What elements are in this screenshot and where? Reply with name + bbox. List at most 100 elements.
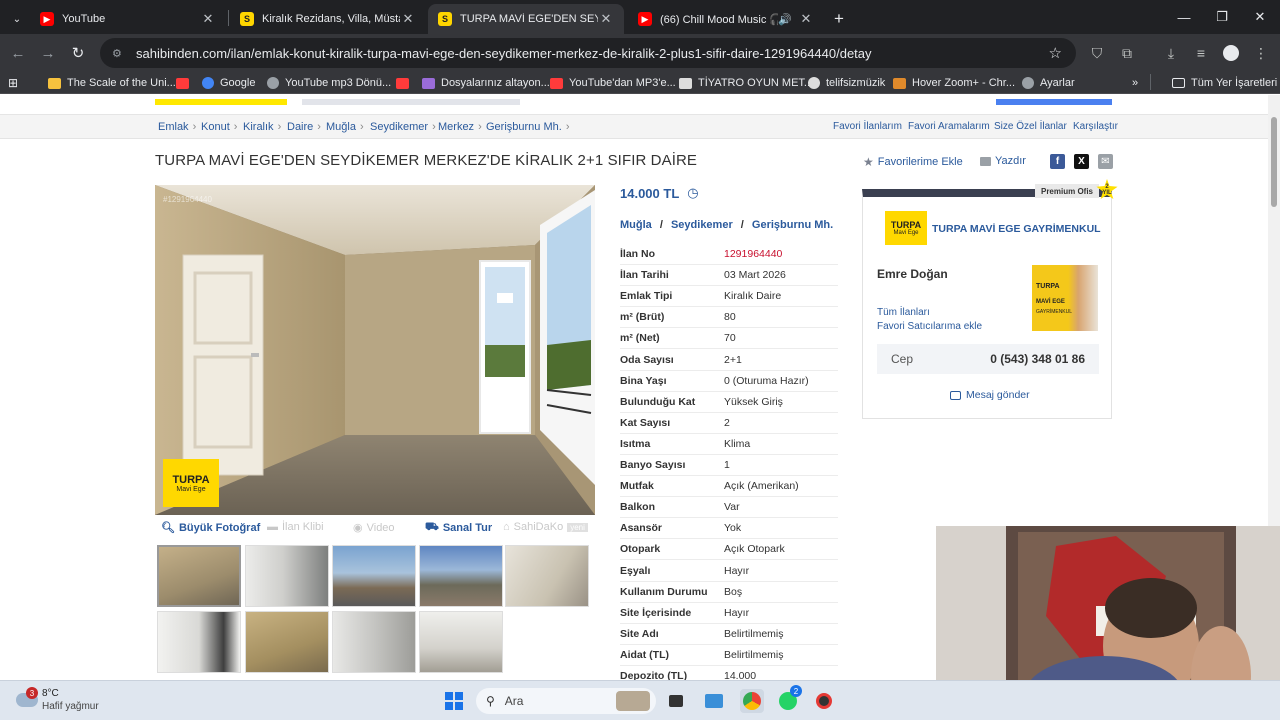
virtual-tour-tab[interactable]: ⛟ Sanal Tur xyxy=(425,521,492,535)
thumbnail-1[interactable] xyxy=(157,545,241,607)
extensions-icon[interactable]: ⧉ xyxy=(1116,43,1138,63)
thumbnail-3[interactable] xyxy=(332,545,416,607)
print-button[interactable]: Yazdır xyxy=(980,155,1026,167)
close-tab-icon[interactable]: ✕ xyxy=(598,11,614,27)
speaker-icon[interactable]: 🔊 xyxy=(778,13,792,26)
store-app-icon[interactable] xyxy=(702,689,726,713)
thumbnail-5[interactable] xyxy=(505,545,589,607)
close-tab-icon[interactable]: ✕ xyxy=(400,11,416,27)
site-info-icon[interactable]: ⚙ xyxy=(112,47,126,60)
breadcrumb-item[interactable]: Seydikemer › xyxy=(370,121,436,133)
bookmark-youtube-mp3e[interactable]: YouTube'dan MP3'e... xyxy=(550,74,676,92)
thumbnail-7[interactable] xyxy=(245,611,329,673)
bookmark-dosyalariniz[interactable]: Dosyalarınız altayon... xyxy=(422,74,550,92)
email-icon[interactable]: ✉ xyxy=(1098,154,1113,169)
bookmark-ayarlar[interactable]: Ayarlar xyxy=(1022,74,1075,92)
facebook-icon[interactable]: f xyxy=(1050,154,1065,169)
send-message-button[interactable]: Mesaj gönder xyxy=(950,389,1030,401)
detail-value: Belirtilmemiş xyxy=(724,649,784,661)
all-listings-link[interactable]: Tüm İlanları xyxy=(877,307,930,318)
bookmark-tiyatro[interactable]: TİYATRO OYUN MET... xyxy=(679,74,813,92)
header-search-bar[interactable] xyxy=(302,99,520,105)
taskbar-search-box[interactable]: ⚲ Ara xyxy=(476,688,656,714)
home-icon: ⌂ xyxy=(503,521,510,533)
location-neighborhood[interactable]: Gerişburnu Mh. xyxy=(752,219,833,231)
location-city[interactable]: Muğla xyxy=(620,219,652,231)
x-twitter-icon[interactable]: X xyxy=(1074,154,1089,169)
file-explorer-icon[interactable] xyxy=(664,689,688,713)
close-tab-icon[interactable]: ✕ xyxy=(798,11,814,27)
back-button[interactable]: ← xyxy=(6,41,30,65)
detail-row: m² (Net) 70 xyxy=(620,328,838,349)
breadcrumb-item[interactable]: Muğla › xyxy=(326,121,364,133)
tab-chill-music[interactable]: ▶ (66) Chill Mood Music 🎧 – 🔊 ✕ xyxy=(628,4,824,34)
thumbnail-9[interactable] xyxy=(419,611,503,673)
location-district[interactable]: Seydikemer xyxy=(671,219,733,231)
restore-button[interactable]: ❐ xyxy=(1202,0,1242,34)
download-icon[interactable]: ⤓ xyxy=(1160,43,1182,63)
header-post-ad-button[interactable] xyxy=(996,99,1112,105)
history-icon[interactable]: ◷ xyxy=(687,185,698,201)
thumbnail-4[interactable] xyxy=(419,545,503,607)
bookmark-telifsizmuzik[interactable]: telifsizmüzik xyxy=(808,74,885,92)
breadcrumb-item[interactable]: Gerişburnu Mh. › xyxy=(486,121,569,133)
weather-widget[interactable]: 3 8°C Hafif yağmur xyxy=(14,687,144,715)
apps-icon[interactable]: ⊞ xyxy=(8,74,18,92)
bookmark-label: telifsizmüzik xyxy=(826,77,886,89)
favorite-searches-link[interactable]: Favori Aramalarım xyxy=(908,121,990,132)
agent-name: Emre Doğan xyxy=(877,267,948,281)
thumbnail-8[interactable] xyxy=(332,611,416,673)
breadcrumb-item[interactable]: Kiralık › xyxy=(243,121,281,133)
add-favorite-seller-link[interactable]: Favori Satıcılarıma ekle xyxy=(877,321,982,332)
folder-icon xyxy=(1172,78,1185,88)
forward-button[interactable]: → xyxy=(36,41,60,65)
tab-kiralik-rezidans[interactable]: S Kiralık Rezidans, Villa, Müstakil Ev ✕ xyxy=(230,4,426,34)
windows-start-icon[interactable] xyxy=(442,689,466,713)
office-logo[interactable]: TURPA Mavi Ege xyxy=(885,211,927,245)
thumbnail-2[interactable] xyxy=(245,545,329,607)
favorite-listings-link[interactable]: Favori İlanlarım xyxy=(833,121,902,132)
breadcrumb-item[interactable]: Emlak › xyxy=(158,121,196,133)
all-bookmarks-button[interactable]: Tüm Yer İşaretleri xyxy=(1172,74,1277,92)
detail-label: m² (Net) xyxy=(620,332,660,344)
print-label: Yazdır xyxy=(995,155,1026,167)
shield-extension-icon[interactable]: ⛉ xyxy=(1086,43,1108,63)
ad-clip-tab: ▬ İlan Klibi xyxy=(267,521,324,533)
tab-turpa-listing[interactable]: S TURPA MAVİ EGE'DEN SEYDİKEMER ✕ xyxy=(428,4,624,34)
main-photo[interactable]: #1291964440 TURPA Mavi Ege xyxy=(155,185,595,515)
whatsapp-icon[interactable]: 2 xyxy=(776,685,802,713)
breadcrumb-item[interactable]: Daire › xyxy=(287,121,321,133)
thumbnail-6[interactable] xyxy=(157,611,241,673)
bookmark-star-icon[interactable]: ☆ xyxy=(1049,44,1062,62)
breadcrumb-item[interactable]: Merkez › xyxy=(438,121,482,133)
bookmark-youtube-mp3[interactable]: YouTube mp3 Dönü... xyxy=(267,74,391,92)
bookmark-scale-universe[interactable]: The Scale of the Uni... xyxy=(48,74,176,92)
profile-avatar-icon[interactable] xyxy=(1220,43,1242,63)
reload-button[interactable]: ↻ xyxy=(66,41,90,65)
add-favorite-button[interactable]: ★ Favorilerime Ekle xyxy=(863,155,963,169)
close-tab-icon[interactable]: ✕ xyxy=(200,11,216,27)
tab-youtube[interactable]: ▶ YouTube ✕ xyxy=(30,4,226,34)
minimize-button[interactable]: — xyxy=(1164,0,1204,34)
recorder-app-icon[interactable] xyxy=(812,689,836,713)
bookmarks-more-button[interactable]: » xyxy=(1132,74,1138,92)
new-tab-button[interactable]: + xyxy=(828,4,850,34)
bookmark-hover-zoom[interactable]: Hover Zoom+ - Chr... xyxy=(893,74,1015,92)
phone-number[interactable]: 0 (543) 348 01 86 xyxy=(990,352,1085,366)
detail-value: Boş xyxy=(724,586,743,598)
large-photo-tab[interactable]: 🔍︎ Büyük Fotoğraf xyxy=(161,521,260,535)
scrollbar-thumb[interactable] xyxy=(1271,117,1277,207)
breadcrumb-item[interactable]: Konut › xyxy=(201,121,237,133)
address-bar[interactable]: ⚙ sahibinden.com/ilan/emlak-konut-kirali… xyxy=(100,38,1076,68)
chrome-menu-icon[interactable]: ⋮ xyxy=(1250,43,1272,63)
office-name[interactable]: TURPA MAVİ EGE GAYRİMENKUL xyxy=(932,223,1101,235)
media-control-icon[interactable]: ≡ xyxy=(1190,43,1212,63)
special-listings-link[interactable]: Size Özel İlanlar xyxy=(994,121,1067,132)
close-window-button[interactable]: ✕ xyxy=(1240,0,1280,34)
video-camera-icon: ▬ xyxy=(267,521,278,533)
bookmark-google[interactable]: Google xyxy=(202,74,255,92)
play-icon: ◉ xyxy=(353,522,363,534)
tab-search-menu[interactable]: ⌄ xyxy=(6,4,28,34)
chrome-icon[interactable] xyxy=(740,689,764,713)
compare-link[interactable]: Karşılaştır xyxy=(1073,121,1118,132)
